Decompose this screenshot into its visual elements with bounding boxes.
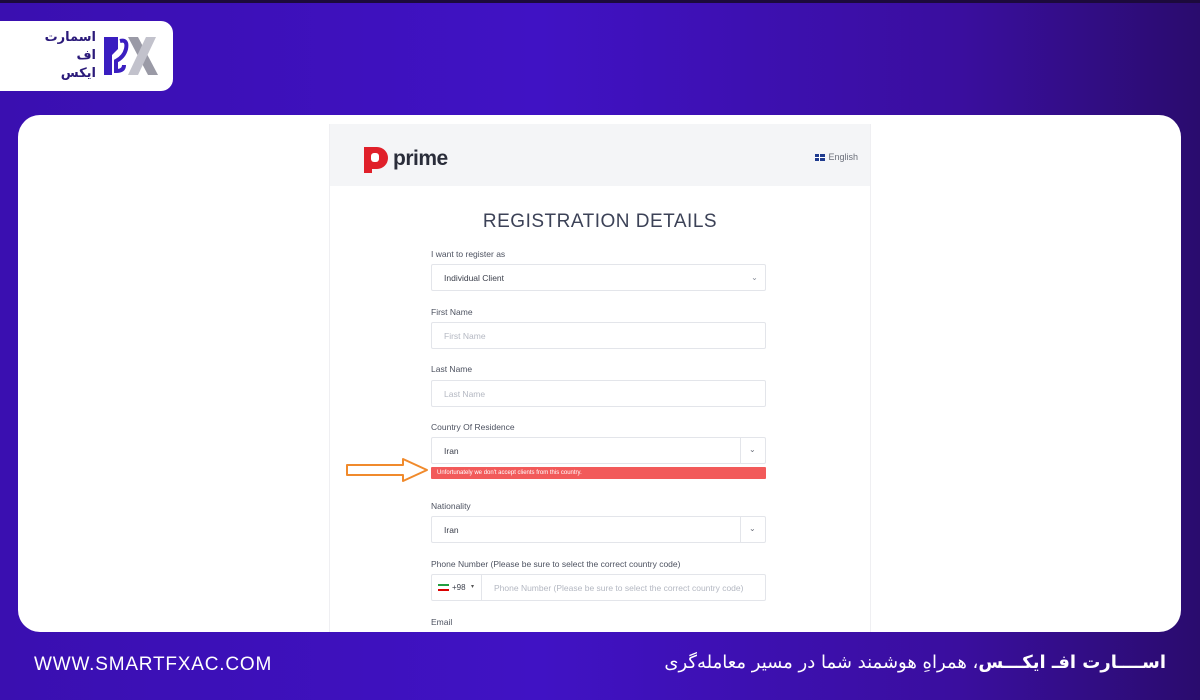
language-label: English — [828, 152, 858, 162]
caret-down-icon: ▾ — [471, 584, 475, 590]
logo-line-2: اف — [76, 48, 96, 63]
page-header: prime English — [330, 124, 870, 186]
tagline-text: ، همراهِ هوشمند شما در مسیر معامله‌گری — [664, 652, 979, 673]
iran-flag-icon — [438, 584, 449, 591]
country-value: Iran — [444, 446, 459, 456]
last-name-input[interactable]: Last Name — [431, 380, 766, 407]
chevron-down-icon: ⌄ — [749, 445, 756, 454]
smartfx-logo-icon — [104, 37, 158, 75]
logo-line-3: ایکس — [60, 66, 96, 81]
country-select[interactable]: Iran ⌄ — [431, 437, 766, 464]
logo-wordmark: اسمارت اف ایکس — [30, 29, 96, 83]
registration-screenshot: prime English REGISTRATION DETAILS I wan… — [329, 124, 871, 632]
footer-tagline: اســــارت افـ ایکـــس، همراهِ هوشمند شما… — [664, 652, 1166, 673]
nationality-label: Nationality — [431, 501, 471, 511]
nationality-select[interactable]: Iran ⌄ — [431, 516, 766, 543]
register-as-label: I want to register as — [431, 249, 506, 259]
smartfx-logo-card: اسمارت اف ایکس — [0, 21, 173, 91]
last-name-placeholder: Last Name — [444, 389, 486, 399]
first-name-input[interactable]: First Name — [431, 322, 766, 349]
first-name-label: First Name — [431, 307, 473, 317]
country-error-message: Unfortunately we don't accept clients fr… — [431, 467, 766, 479]
country-dropdown-button[interactable]: ⌄ — [740, 438, 765, 463]
first-name-placeholder: First Name — [444, 331, 486, 341]
phone-number-input[interactable]: Phone Number (Please be sure to select t… — [494, 583, 743, 593]
nationality-value: Iran — [444, 525, 459, 535]
arrow-right-icon — [346, 458, 428, 482]
country-label: Country Of Residence — [431, 422, 515, 432]
last-name-label: Last Name — [431, 364, 473, 374]
uk-flag-icon — [815, 153, 826, 161]
main-panel: prime English REGISTRATION DETAILS I wan… — [18, 115, 1181, 632]
phone-prefix: +98 — [452, 583, 466, 592]
page-title: REGISTRATION DETAILS — [482, 211, 718, 232]
tagline-brand: اســــارت افـ ایکـــس — [978, 652, 1166, 673]
nationality-dropdown-button[interactable]: ⌄ — [740, 517, 765, 542]
phone-input-group: +98 ▾ Phone Number (Please be sure to se… — [431, 574, 766, 601]
footer-website[interactable]: WWW.SMARTFXAC.COM — [34, 654, 272, 676]
register-as-value: Individual Client — [444, 273, 505, 283]
chevron-down-icon: ⌄ — [751, 273, 758, 282]
register-as-select[interactable]: Individual Client ⌄ — [431, 264, 766, 291]
phone-label: Phone Number (Please be sure to select t… — [431, 559, 681, 569]
email-label: Email — [431, 617, 453, 627]
prime-logo-icon — [364, 147, 388, 173]
prime-brand[interactable]: prime — [362, 145, 448, 173]
logo-line-1: اسمارت — [44, 30, 96, 45]
brand-name: prime — [393, 147, 448, 170]
chevron-down-icon: ⌄ — [749, 524, 756, 533]
language-selector[interactable]: English — [815, 152, 858, 162]
phone-country-code-select[interactable]: +98 ▾ — [432, 575, 482, 600]
top-border — [0, 0, 1200, 3]
